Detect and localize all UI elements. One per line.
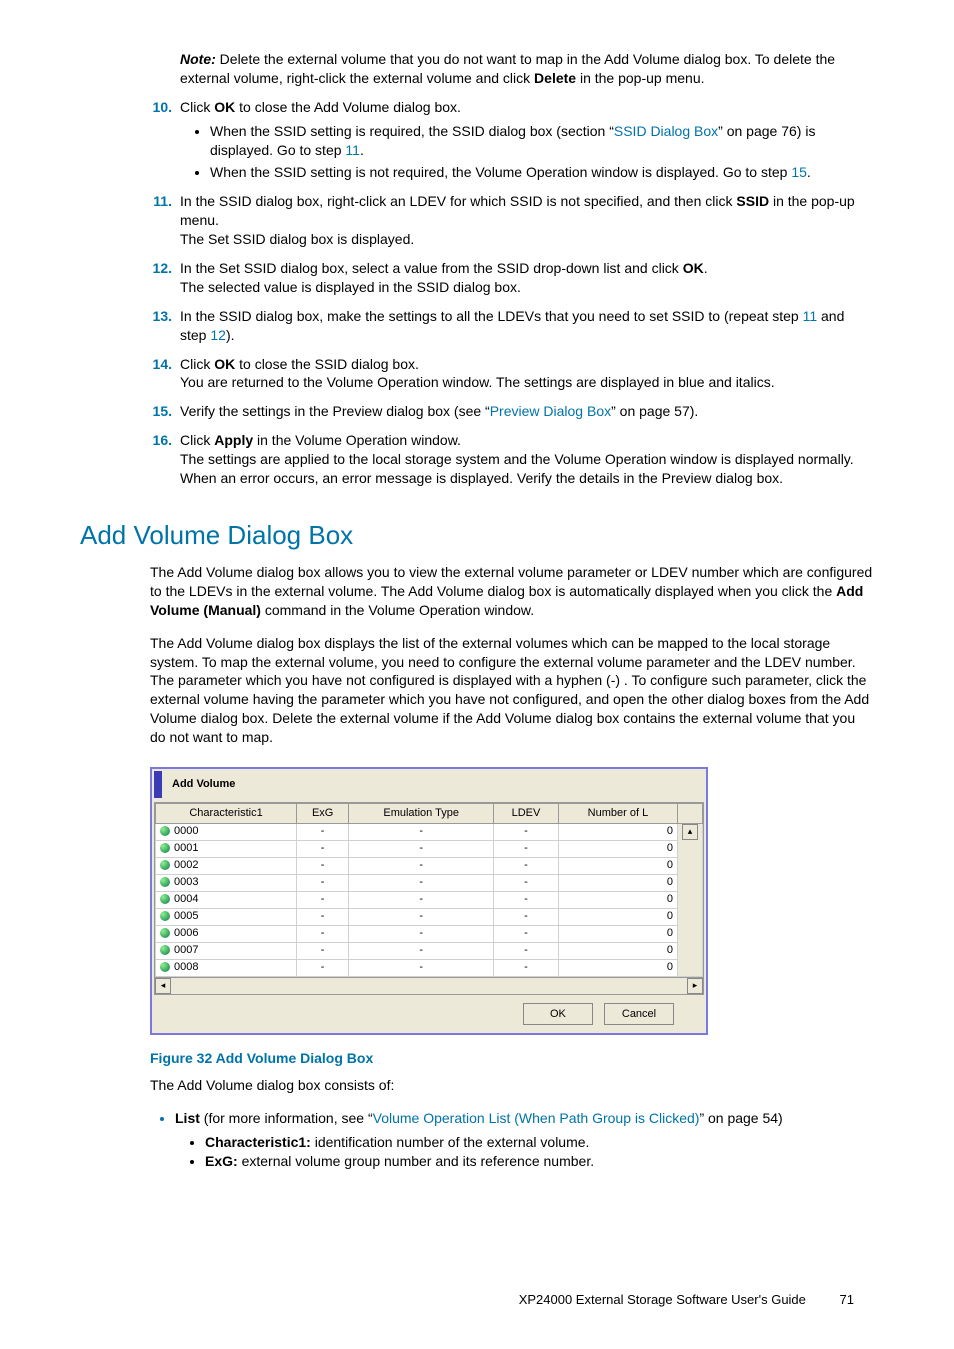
horizontal-scrollbar[interactable]: ◂ ▸ bbox=[155, 977, 703, 994]
table-row[interactable]: 0004---0 bbox=[156, 891, 703, 908]
page-footer: XP24000 External Storage Software User's… bbox=[80, 1291, 874, 1309]
volume-icon bbox=[160, 928, 170, 938]
list-item-characteristic1: Characteristic1: identification number o… bbox=[205, 1133, 874, 1152]
step-12: 12. In the Set SSID dialog box, select a… bbox=[140, 259, 874, 297]
scroll-up-icon[interactable]: ▴ bbox=[682, 824, 698, 840]
volume-table[interactable]: Characteristic1 ExG Emulation Type LDEV … bbox=[155, 803, 703, 977]
step-16: 16. Click Apply in the Volume Operation … bbox=[140, 431, 874, 488]
volume-icon bbox=[160, 962, 170, 972]
add-volume-dialog-figure: Add Volume Characteristic1 ExG Emulation… bbox=[150, 767, 874, 1035]
ok-button[interactable]: OK bbox=[523, 1003, 593, 1025]
table-row[interactable]: 0006---0 bbox=[156, 925, 703, 942]
scroll-header bbox=[678, 803, 703, 823]
step-number: 16. bbox=[140, 431, 172, 450]
step-11: 11. In the SSID dialog box, right-click … bbox=[140, 192, 874, 249]
step-number: 13. bbox=[140, 307, 172, 326]
volume-operation-list-link[interactable]: Volume Operation List (When Path Group i… bbox=[373, 1110, 700, 1126]
scroll-right-icon[interactable]: ▸ bbox=[687, 978, 703, 994]
section-title: Add Volume Dialog Box bbox=[80, 518, 874, 553]
step-13: 13. In the SSID dialog box, make the set… bbox=[140, 307, 874, 345]
step-ref-11b[interactable]: 11 bbox=[803, 308, 818, 324]
step-ref-15[interactable]: 15 bbox=[791, 164, 807, 180]
volume-icon bbox=[160, 894, 170, 904]
step-10-sub1: When the SSID setting is required, the S… bbox=[210, 122, 874, 160]
volume-icon bbox=[160, 911, 170, 921]
col-emulation-type[interactable]: Emulation Type bbox=[349, 803, 494, 823]
table-row[interactable]: 0007---0 bbox=[156, 942, 703, 959]
volume-icon bbox=[160, 877, 170, 887]
table-row[interactable]: 0008---0 bbox=[156, 959, 703, 976]
table-row[interactable]: 0000---0▴ bbox=[156, 823, 703, 840]
figure-caption: Figure 32 Add Volume Dialog Box bbox=[150, 1049, 874, 1068]
para-1: The Add Volume dialog box allows you to … bbox=[150, 563, 874, 620]
col-characteristic1[interactable]: Characteristic1 bbox=[156, 803, 297, 823]
col-number-of-l[interactable]: Number of L bbox=[558, 803, 677, 823]
para-2: The Add Volume dialog box displays the l… bbox=[150, 634, 874, 747]
step-10: 10. Click OK to close the Add Volume dia… bbox=[140, 98, 874, 183]
scroll-left-icon[interactable]: ◂ bbox=[155, 978, 171, 994]
dialog-title: Add Volume bbox=[154, 771, 704, 798]
preview-dialog-link[interactable]: Preview Dialog Box bbox=[490, 403, 611, 419]
consists-text: The Add Volume dialog box consists of: bbox=[150, 1076, 874, 1095]
step-number: 12. bbox=[140, 259, 172, 278]
list-item-exg: ExG: external volume group number and it… bbox=[205, 1152, 874, 1171]
vertical-scrollbar[interactable]: ▴ bbox=[678, 823, 703, 976]
volume-icon bbox=[160, 945, 170, 955]
col-exg[interactable]: ExG bbox=[297, 803, 349, 823]
table-row[interactable]: 0005---0 bbox=[156, 908, 703, 925]
step-ref-11[interactable]: 11 bbox=[345, 142, 360, 158]
volume-icon bbox=[160, 826, 170, 836]
table-row[interactable]: 0001---0 bbox=[156, 840, 703, 857]
note-text-b: in the pop-up menu. bbox=[576, 70, 704, 86]
ssid-dialog-link[interactable]: SSID Dialog Box bbox=[614, 123, 718, 139]
step-number: 10. bbox=[140, 98, 172, 117]
note-label: Note: bbox=[180, 51, 216, 67]
note-block: Note: Delete the external volume that yo… bbox=[180, 50, 874, 88]
col-ldev[interactable]: LDEV bbox=[494, 803, 559, 823]
cancel-button[interactable]: Cancel bbox=[604, 1003, 674, 1025]
footer-text: XP24000 External Storage Software User's… bbox=[519, 1292, 806, 1307]
list-item-list: List (for more information, see “Volume … bbox=[175, 1109, 874, 1172]
volume-icon bbox=[160, 860, 170, 870]
step-15: 15. Verify the settings in the Preview d… bbox=[140, 402, 874, 421]
volume-icon bbox=[160, 843, 170, 853]
page-number: 71 bbox=[840, 1292, 854, 1307]
step-number: 14. bbox=[140, 355, 172, 374]
table-row[interactable]: 0002---0 bbox=[156, 857, 703, 874]
step-10-sub2: When the SSID setting is not required, t… bbox=[210, 163, 874, 182]
step-number: 11. bbox=[140, 192, 172, 211]
table-row[interactable]: 0003---0 bbox=[156, 874, 703, 891]
note-text-a: Delete the external volume that you do n… bbox=[180, 51, 835, 86]
step-number: 15. bbox=[140, 402, 172, 421]
step-ref-12[interactable]: 12 bbox=[210, 327, 226, 343]
note-delete-bold: Delete bbox=[534, 70, 576, 86]
step-14: 14. Click OK to close the SSID dialog bo… bbox=[140, 355, 874, 393]
